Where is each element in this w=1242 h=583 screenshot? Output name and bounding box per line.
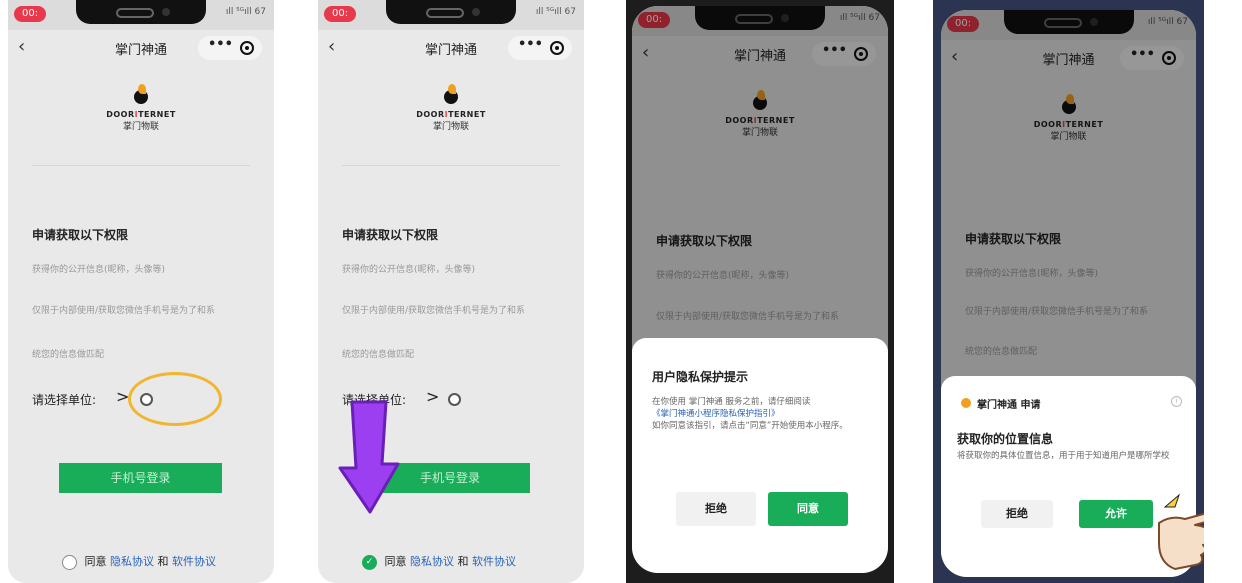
permission-title: 申请获取以下权限 [32,228,129,242]
divider [32,165,250,166]
phone-screen-4: 00: ıll ⁵ᴳıll 67 ‹ 掌门神通 ••• DOORITERNET … [933,0,1204,583]
miniprogram-screen: 00: ıll ⁵ᴳıll 67 ‹ 掌门神通 ••• DOORITERNET … [318,0,584,583]
logo-icon [442,84,460,106]
reject-button[interactable]: 拒绝 [676,492,756,526]
requester-row: 掌门神通 申请 [977,400,1041,411]
nav-bar: ‹ 掌门神通 ••• [318,34,584,62]
camera-notch [76,0,206,24]
status-bar: 00: ıll ⁵ᴳıll 67 [8,0,274,30]
phone-login-button[interactable]: 手机号登录 [59,463,222,493]
dialog-body: 在你使用 掌门神通 服务之前，请仔细阅读 《掌门神通小程序隐私保护指引》 如你同… [652,396,872,432]
miniprogram-screen: 00: ıll ⁵ᴳıll 67 ‹ 掌门神通 ••• DOORITERNET … [941,10,1196,577]
logo-icon [132,84,150,106]
unit-select-radio[interactable] [448,393,461,406]
permission-public-info: 获得你的公开信息(昵称，头像等) [342,265,476,275]
camera-notch [386,0,516,24]
divider [342,165,560,166]
signal-battery: ıll ⁵ᴳıll 67 [535,7,576,17]
permission-phone-info: 仅限于内部使用/获取您微信手机号是为了和系 [342,306,526,316]
privacy-link[interactable]: 隐私协议 [110,555,154,568]
door-internet-logo: DOORITERNET 掌门物联 [8,84,274,132]
highlight-circle-annotation [128,372,222,426]
dialog-title: 用户隐私保护提示 [652,370,749,384]
signal-battery: ıll ⁵ᴳıll 67 [225,7,266,17]
privacy-dialog: 用户隐私保护提示 在你使用 掌门神通 服务之前，请仔细阅读 《掌门神通小程序隐私… [632,338,888,573]
permission-phone-info-cont: 统您的信息做匹配 [342,350,415,360]
status-bar: 00: ıll ⁵ᴳıll 67 [318,0,584,30]
miniprogram-screen: 00: ıll ⁵ᴳıll 67 ‹ 掌门神通 ••• DOORITERNET … [8,0,274,583]
miniprogram-logo-icon [961,398,971,408]
phone-screen-1: 00: ıll ⁵ᴳıll 67 ‹ 掌门神通 ••• DOORITERNET … [8,0,274,583]
capsule-menu[interactable]: ••• [508,36,572,60]
agree-checkbox[interactable] [62,554,77,570]
permission-public-info: 获得你的公开信息(昵称，头像等) [32,265,166,275]
chevron-right-icon[interactable]: > [426,387,439,406]
close-miniprogram-icon[interactable] [550,41,564,55]
permission-title: 申请获取以下权限 [342,228,439,242]
down-arrow-annotation-icon [338,400,400,514]
info-icon[interactable]: i [1171,396,1182,407]
nav-bar: ‹ 掌门神通 ••• [8,34,274,62]
dialog-body: 将获取你的具体位置信息，用于用于知道用户是哪所学校 [957,451,1170,461]
more-icon[interactable]: ••• [518,37,543,52]
unit-select-label: 请选择单位: [32,393,97,407]
software-link[interactable]: 软件协议 [172,555,216,568]
dialog-title: 获取你的位置信息 [957,432,1054,446]
privacy-link[interactable]: 隐私协议 [410,555,454,568]
privacy-guide-link[interactable]: 《掌门神通小程序隐私保护指引》 [652,408,872,420]
close-miniprogram-icon[interactable] [240,41,254,55]
permission-phone-info: 仅限于内部使用/获取您微信手机号是为了和系 [32,306,216,316]
phone-screen-3: 00: ıll ⁵ᴳıll 67 ‹ 掌门神通 ••• DOORITERNET … [626,0,894,583]
agree-checkbox-checked[interactable]: ✓ [362,554,377,570]
record-indicator: 00: [324,6,357,22]
door-internet-logo: DOORITERNET 掌门物联 [318,84,584,132]
agreement-row: 同意 隐私协议 和 软件协议 [62,553,216,570]
allow-button[interactable]: 允许 [1079,500,1153,528]
permission-phone-info-cont: 统您的信息做匹配 [32,350,105,360]
agreement-row: ✓ 同意 隐私协议 和 软件协议 [362,553,516,570]
software-link[interactable]: 软件协议 [472,555,516,568]
more-icon[interactable]: ••• [208,37,233,52]
reject-button[interactable]: 拒绝 [981,500,1053,528]
agree-button[interactable]: 同意 [768,492,848,526]
phone-screen-2: 00: ıll ⁵ᴳıll 67 ‹ 掌门神通 ••• DOORITERNET … [318,0,584,583]
miniprogram-screen: 00: ıll ⁵ᴳıll 67 ‹ 掌门神通 ••• DOORITERNET … [632,6,888,573]
capsule-menu[interactable]: ••• [198,36,262,60]
record-indicator: 00: [14,6,47,22]
pointing-hand-icon [1158,493,1204,570]
